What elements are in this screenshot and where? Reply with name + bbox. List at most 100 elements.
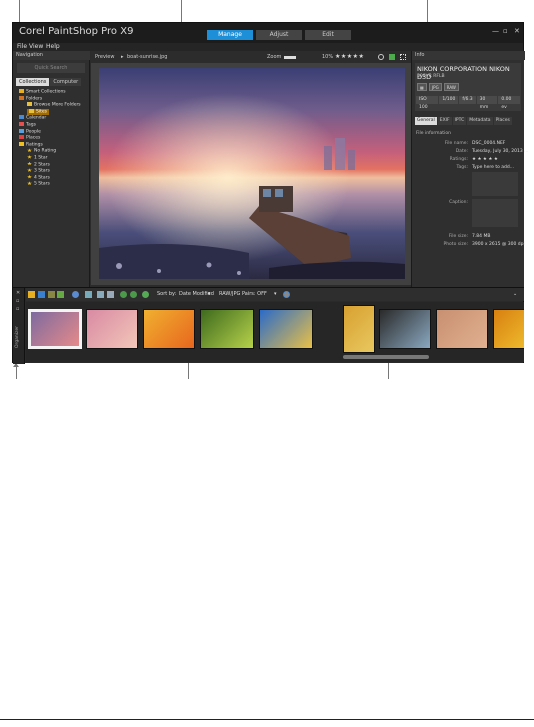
tree-item-label: Folders — [26, 96, 43, 102]
undo-icon[interactable] — [120, 291, 127, 298]
maximize-icon[interactable]: ▫ — [503, 27, 508, 35]
caption-input[interactable] — [472, 199, 518, 227]
thumbnail-clown-fish[interactable] — [143, 309, 195, 349]
tree-item-no-rating[interactable]: No Rating — [27, 148, 56, 155]
title-bar: Corel PaintShop Pro X9 Manage Adjust Edi… — [13, 23, 523, 43]
redo-icon[interactable] — [130, 291, 137, 298]
tag-icon[interactable] — [97, 291, 104, 298]
map-icon[interactable] — [107, 291, 114, 298]
preview-image[interactable] — [99, 68, 405, 279]
menu-file[interactable]: File — [17, 43, 27, 50]
exif-focal: 30 mm — [476, 96, 498, 110]
date-value: Tuesday, July 30, 2013 ... — [472, 149, 529, 154]
tree-item-5-stars[interactable]: 5 Stars — [27, 181, 50, 188]
import-icon[interactable] — [85, 291, 92, 298]
tree-item-calendar[interactable]: Calendar — [19, 115, 46, 122]
tab-adjust[interactable]: Adjust — [256, 30, 302, 40]
tree-item-label: 2 Stars — [34, 162, 50, 168]
file-information-title: File information — [416, 131, 451, 136]
tree-item-ratings[interactable]: Ratings — [19, 141, 43, 149]
tree-item-tags[interactable]: Tags — [19, 122, 36, 129]
thumbnail-yellow-building[interactable] — [343, 305, 375, 353]
minimize-icon[interactable]: — — [492, 27, 499, 35]
close-icon[interactable]: ✕ — [514, 27, 520, 35]
preview-label: Preview — [95, 54, 115, 60]
thumbnail-pink-sky-lake[interactable] — [86, 309, 138, 349]
info-tabs: General EXIF IPTC Metadata Places — [415, 117, 513, 125]
tree-item-label: 1 Star — [34, 155, 48, 161]
ratings-value[interactable]: ★ ★ ★ ★ ★ — [472, 156, 498, 163]
menu-view[interactable]: View — [29, 43, 43, 50]
tab-computer[interactable]: Computer — [50, 78, 82, 86]
tree-item-1-star[interactable]: 1 Star — [27, 155, 48, 162]
quick-search-input[interactable]: Quick Search — [17, 63, 85, 73]
tree-item-label: Browse More Folders — [34, 102, 81, 108]
tree-item-sites[interactable]: Sites — [27, 108, 49, 116]
thumbnail-strip — [26, 302, 524, 362]
organizer-side-bar: ✕ ▫ ▫ Organizer — [13, 288, 25, 364]
menu-bar: File View Help — [13, 43, 523, 51]
tags-input[interactable]: Type here to add... — [472, 164, 514, 171]
folder-icon — [19, 95, 24, 100]
star-icon — [27, 174, 32, 179]
exif-aperture: f/6.3 — [459, 96, 476, 104]
tree-item-label: Smart Collections — [26, 89, 66, 95]
mode-tabs: Manage Adjust Edit — [207, 30, 354, 40]
settings-icon[interactable] — [283, 291, 290, 298]
rating-stars[interactable]: ★★★★★ — [335, 53, 364, 60]
tree-item-4-stars[interactable]: 4 Stars — [27, 174, 50, 182]
raw-jpg-pairs-toggle[interactable]: RAW/JPG Pairs: OFF — [219, 291, 267, 297]
zoom-slider[interactable] — [284, 56, 296, 59]
app-title: Corel PaintShop Pro X9 — [19, 26, 134, 37]
zoom-label: Zoom — [267, 54, 282, 60]
thumbnail-girl-red-hat[interactable] — [436, 309, 488, 349]
tab-iptc[interactable]: IPTC — [452, 117, 467, 125]
edit-icon[interactable] — [48, 291, 55, 298]
share-icon[interactable] — [38, 291, 45, 298]
tab-edit[interactable]: Edit — [305, 30, 351, 40]
tree-item-2-stars[interactable]: 2 Stars — [27, 161, 50, 169]
tree-item-browse-more-folders[interactable]: Browse More Folders — [27, 102, 81, 109]
tab-metadata[interactable]: Metadata — [467, 117, 493, 125]
grid-view-icon[interactable] — [400, 54, 406, 60]
organizer-close-icon[interactable]: ✕ — [16, 290, 20, 296]
tags-box[interactable] — [472, 172, 518, 196]
organizer-pin-icon[interactable]: ▫ — [16, 298, 19, 304]
tree-item-3-stars[interactable]: 3 Stars — [27, 168, 50, 175]
tree-item-label: No Rating — [34, 148, 57, 154]
zoom-value: 10% — [322, 54, 334, 60]
thumbnail-window-interior[interactable] — [379, 309, 431, 349]
tree-item-people[interactable]: People — [19, 128, 41, 136]
tab-collections[interactable]: Collections — [16, 78, 50, 86]
raw-jpg-chevron-icon[interactable]: ▾ — [274, 291, 277, 297]
thumbnail-autumn-leaves[interactable] — [493, 309, 524, 349]
refresh-icon[interactable] — [142, 291, 149, 298]
collapse-chevron-icon[interactable]: ⌄ — [513, 291, 517, 297]
tree-item-folders[interactable]: Folders — [19, 95, 43, 103]
tab-manage[interactable]: Manage — [207, 30, 253, 40]
star-icon — [27, 161, 32, 166]
retouch-icon[interactable] — [57, 291, 64, 298]
tree-item-label: Places — [26, 135, 41, 141]
tree-item-smart-collections[interactable]: Smart Collections — [19, 89, 66, 96]
folder-icon — [19, 128, 24, 133]
organizer-float-icon[interactable]: ▫ — [16, 306, 19, 312]
single-view-icon[interactable] — [389, 54, 395, 60]
boat-scene-illustration — [99, 68, 405, 279]
folder-icon — [19, 135, 24, 140]
tab-places[interactable]: Places — [493, 117, 512, 125]
save-icon[interactable] — [28, 291, 35, 298]
thumbnail-colorful-houses[interactable] — [259, 309, 313, 349]
tab-exif[interactable]: EXIF — [437, 117, 452, 125]
thumbnail-boat-sunrise[interactable] — [28, 309, 82, 349]
rotate-icon[interactable] — [378, 54, 384, 60]
people-icon[interactable] — [72, 291, 79, 298]
folder-icon — [29, 108, 34, 113]
tree-item-label: Tags — [26, 122, 36, 128]
menu-help[interactable]: Help — [46, 43, 60, 50]
thumbnail-curly-leaves[interactable] — [200, 309, 254, 349]
sort-by-chevron-icon[interactable]: ▾ — [208, 291, 211, 297]
tree-item-places[interactable]: Places — [19, 135, 40, 142]
tab-general[interactable]: General — [415, 117, 437, 125]
filmstrip-scrollbar[interactable] — [343, 355, 429, 359]
